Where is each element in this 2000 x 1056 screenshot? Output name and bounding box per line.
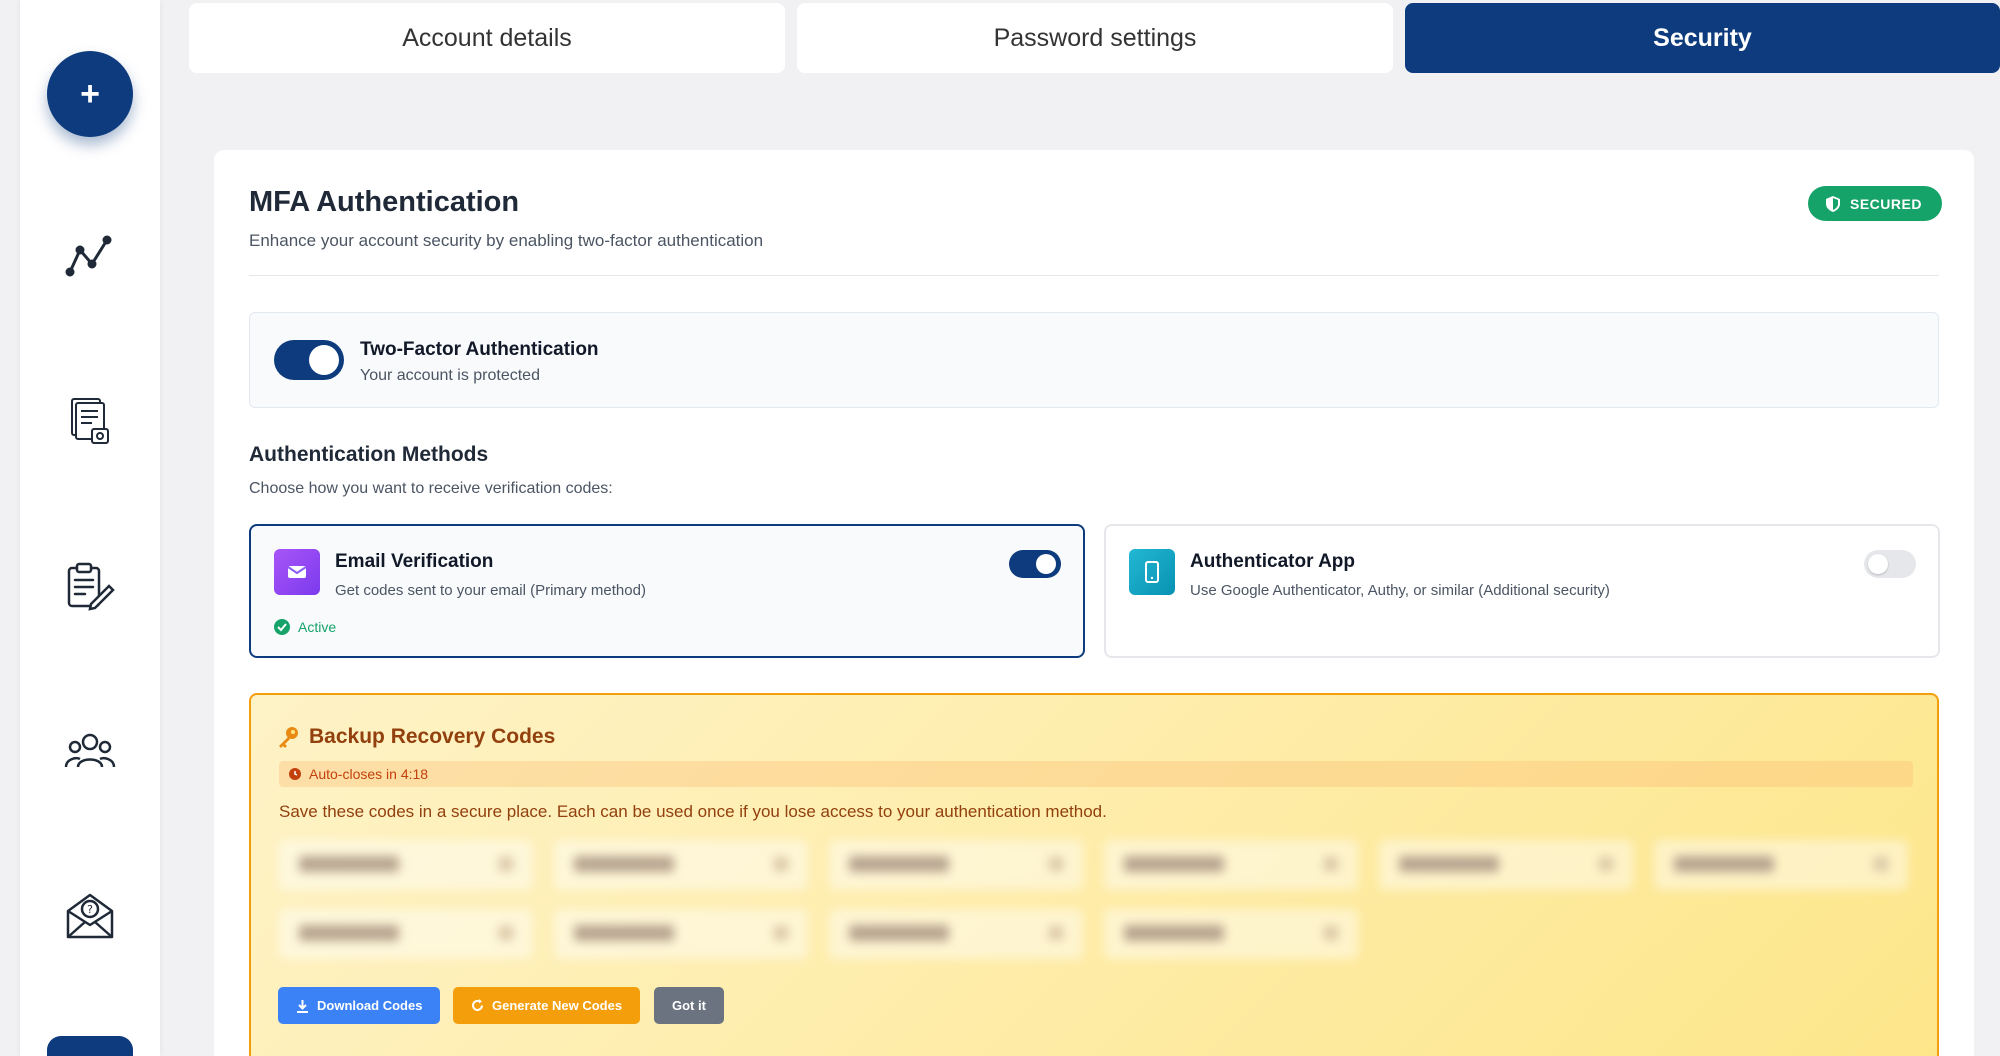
email-method-toggle[interactable]: [1009, 550, 1061, 578]
backup-code[interactable]: [829, 840, 1083, 890]
backup-code[interactable]: [554, 840, 808, 890]
add-button[interactable]: +: [47, 51, 133, 137]
backup-code[interactable]: [1654, 840, 1908, 890]
backup-codes-title-label: Backup Recovery Codes: [309, 725, 556, 748]
email-icon: [274, 549, 320, 595]
authenticator-method-card[interactable]: Authenticator App Use Google Authenticat…: [1104, 524, 1940, 658]
auth-methods-title: Authentication Methods: [249, 443, 489, 466]
got-it-button[interactable]: Got it: [654, 987, 724, 1024]
authenticator-method-desc: Use Google Authenticator, Authy, or simi…: [1190, 582, 1610, 599]
email-method-title: Email Verification: [335, 551, 494, 572]
backup-code[interactable]: [279, 909, 533, 959]
auto-close-timer-label: Auto-closes in 4:18: [309, 766, 429, 782]
backup-code[interactable]: [829, 909, 1083, 959]
sidebar-bottom-button[interactable]: [47, 1036, 133, 1056]
authenticator-method-toggle[interactable]: [1864, 550, 1916, 578]
two-factor-toggle[interactable]: [274, 340, 344, 380]
clock-icon: [289, 768, 301, 780]
backup-code[interactable]: [279, 840, 533, 890]
backup-code[interactable]: [554, 909, 808, 959]
auth-methods-subtitle: Choose how you want to receive verificat…: [249, 480, 613, 497]
key-icon: [279, 727, 298, 748]
two-factor-panel: Two-Factor Authentication Your account i…: [249, 312, 1939, 408]
backup-codes-title: Backup Recovery Codes: [277, 725, 555, 749]
email-method-card[interactable]: Email Verification Get codes sent to you…: [249, 524, 1085, 658]
two-factor-status: Your account is protected: [360, 367, 540, 384]
check-circle-icon: [274, 619, 290, 635]
tab-security[interactable]: Security: [1405, 3, 2000, 73]
email-method-status: Active: [274, 619, 336, 635]
team-icon[interactable]: [60, 721, 120, 781]
backup-code[interactable]: [1104, 909, 1358, 959]
support-mail-icon[interactable]: ?: [60, 886, 120, 946]
tab-account-details[interactable]: Account details: [189, 3, 785, 73]
page-subtitle: Enhance your account security by enablin…: [249, 231, 764, 250]
page-title: MFA Authentication: [249, 186, 520, 218]
download-icon: [297, 999, 308, 1013]
shield-icon: [1826, 195, 1840, 212]
generate-codes-label: Generate New Codes: [492, 998, 623, 1013]
got-it-label: Got it: [672, 998, 706, 1013]
refresh-icon: [472, 999, 483, 1011]
mfa-card: MFA Authentication Enhance your account …: [214, 150, 1974, 1056]
tab-password-settings[interactable]: Password settings: [797, 3, 1393, 73]
edit-clipboard-icon[interactable]: [60, 556, 120, 616]
email-method-desc: Get codes sent to your email (Primary me…: [335, 582, 646, 599]
download-codes-label: Download Codes: [317, 998, 423, 1013]
generate-codes-button[interactable]: Generate New Codes: [453, 987, 641, 1024]
status-badge: SECURED: [1808, 186, 1942, 221]
svg-text:?: ?: [87, 903, 93, 916]
status-badge-label: SECURED: [1850, 195, 1922, 212]
documents-icon[interactable]: [60, 391, 120, 451]
divider: [249, 275, 1939, 276]
analytics-icon[interactable]: [60, 226, 120, 286]
authenticator-method-title: Authenticator App: [1190, 551, 1356, 572]
backup-code[interactable]: [1104, 840, 1358, 890]
two-factor-title: Two-Factor Authentication: [360, 339, 599, 360]
auto-close-timer: Auto-closes in 4:18: [279, 761, 1913, 787]
email-method-status-label: Active: [298, 619, 337, 635]
backup-code[interactable]: [1379, 840, 1633, 890]
mobile-phone-icon: [1129, 549, 1175, 595]
download-codes-button[interactable]: Download Codes: [278, 987, 441, 1024]
backup-codes-desc: Save these codes in a secure place. Each…: [279, 802, 1107, 821]
sidebar: + ?: [20, 0, 160, 1056]
